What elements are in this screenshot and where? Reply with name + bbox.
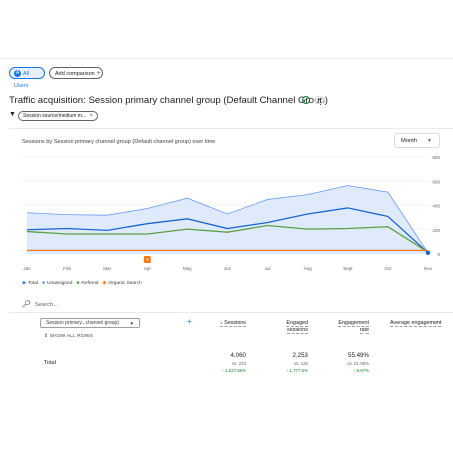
chart-legend: ◆ Total ● Unassigned ■ Referral ◆ Organic Searc… <box>22 280 146 286</box>
total-area <box>27 185 428 254</box>
legend-swatch-icon: ● <box>42 280 46 286</box>
dimension-select[interactable]: Session primary...channel group) ▼ <box>40 318 140 328</box>
total-engaged-vs: vs. 120 <box>293 361 308 366</box>
end-point-marker <box>425 250 431 255</box>
x-tick-label: Apr <box>144 266 152 271</box>
table-search[interactable]: 🔎︎ Search... <box>22 300 58 308</box>
x-tick-label: Nov <box>424 266 433 271</box>
table-divider <box>9 312 453 313</box>
column-header-sessions[interactable]: ↓ Sessions <box>204 320 246 327</box>
total-engaged-sessions: 2,253 <box>292 352 308 359</box>
column-header-average-engagement[interactable]: Average engagement <box>390 320 453 327</box>
legend-item[interactable]: ◆ Organic Search <box>102 280 142 286</box>
total-sessions-change: ↑ 1,627.66% <box>221 368 246 373</box>
x-tick-label: Jan <box>23 266 31 271</box>
x-tick-label: Jul <box>265 266 271 271</box>
x-tick-label: Mar <box>103 266 111 271</box>
column-header-label: Engaged <box>286 320 308 327</box>
search-input[interactable]: Search... <box>35 302 58 308</box>
column-header-engaged-sessions[interactable]: Engaged sessions <box>266 320 308 334</box>
column-header-engagement-rate[interactable]: Engagement rate <box>325 320 369 334</box>
legend-item[interactable]: ◆ Total <box>22 280 38 286</box>
show-all-rows-label: SHOW ALL ROWS <box>49 334 93 339</box>
column-header-label-line2: rate <box>359 327 369 334</box>
x-tick-label: Aug <box>304 266 313 271</box>
search-icon: 🔎︎ <box>22 301 31 308</box>
total-sessions-vs: vs. 223 <box>231 361 246 366</box>
column-header-label-line2: sessions <box>287 327 308 334</box>
y-tick-label: 200 <box>432 228 440 233</box>
legend-swatch-icon: ■ <box>76 280 80 286</box>
total-engaged-change: ↑ 1,777.5% <box>286 368 308 373</box>
x-tick-label: May <box>183 266 192 271</box>
legend-item[interactable]: ● Unassigned <box>42 280 73 286</box>
x-tick-label: Sept <box>343 266 353 271</box>
total-engagement-rate: 55.49% <box>348 352 369 359</box>
column-header-label: Engagement <box>338 320 369 327</box>
chevron-down-icon: ▼ <box>129 321 134 326</box>
annotation-marker-glyph: × <box>146 258 149 264</box>
column-header-label: ↓ Sessions <box>219 320 246 327</box>
x-tick-label: Feb <box>63 266 71 271</box>
total-rate-vs: vs. 51.06% <box>347 361 369 366</box>
y-tick-label: 800 <box>432 155 440 160</box>
x-tick-label: Oct <box>384 266 392 271</box>
legend-label: Organic Search <box>108 281 142 286</box>
legend-item[interactable]: ■ Referral <box>76 280 99 286</box>
show-all-rows-toggle[interactable]: ⇕ SHOW ALL ROWS <box>44 334 93 339</box>
y-tick-label: 600 <box>432 179 440 184</box>
dimension-select-label: Session primary...channel group) <box>46 320 119 326</box>
sessions-line-chart: 0 200 400 600 800 Jan Feb Mar Apr May Jun Jul Aug Sep… <box>22 155 440 271</box>
x-tick-label: Jun <box>224 266 232 271</box>
legend-label: Unassigned <box>47 281 73 286</box>
y-tick-label: 400 <box>432 204 440 209</box>
legend-label: Referral <box>81 281 99 286</box>
legend-label: Total <box>27 281 38 286</box>
total-sessions: 4,060 <box>230 352 246 359</box>
legend-swatch-icon: ◆ <box>22 280 26 286</box>
legend-swatch-icon: ◆ <box>102 280 107 286</box>
column-header-label: Average engagement <box>390 320 442 327</box>
total-row-label: Total <box>44 360 56 366</box>
add-dimension-button[interactable]: + <box>187 317 192 326</box>
total-rate-change: ↑ 8.67% <box>353 368 369 373</box>
y-tick-label: 0 <box>437 252 440 257</box>
